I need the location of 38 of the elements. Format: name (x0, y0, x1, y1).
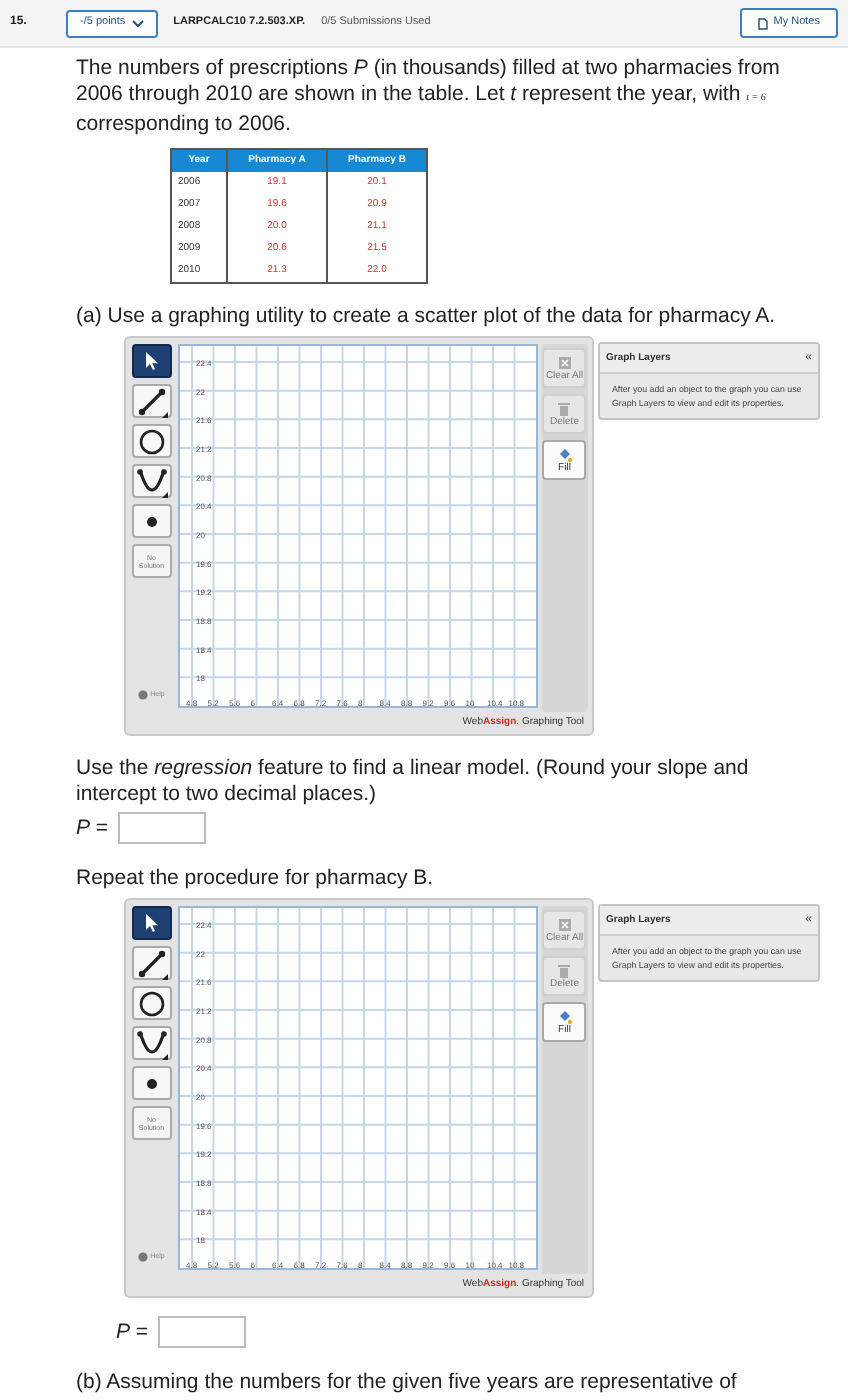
tool-button[interactable] (131, 504, 172, 538)
tool-button[interactable] (131, 986, 172, 1020)
chevron-down-icon (131, 19, 144, 27)
question-text: (b) Assuming the numbers for the given five years are representative of (76, 1370, 739, 1396)
tool-button[interactable] (131, 1066, 172, 1100)
paint-bucket-icon (557, 1009, 572, 1023)
help-icon (138, 690, 149, 700)
line-tool-icon (135, 385, 168, 417)
question-text: Repeat the procedure for pharmacy B. (76, 866, 436, 892)
clear-icon (557, 355, 572, 369)
answer-field[interactable] (118, 812, 207, 844)
help-icon (138, 1252, 149, 1262)
parabola-tool-icon (135, 1027, 168, 1059)
answer-label: P = (116, 1319, 149, 1345)
tool-button[interactable] (131, 1026, 172, 1060)
question-text: Use the regression feature to find a linear model. (Round your slope and intercept to two decimal places.) (76, 756, 751, 808)
answer-field[interactable] (158, 1316, 247, 1348)
tool-button[interactable] (131, 384, 172, 418)
point-tool-icon (145, 515, 158, 527)
clear-icon (557, 917, 572, 931)
tool-button[interactable] (131, 946, 172, 980)
circle-tool-icon (137, 989, 166, 1017)
tool-button[interactable] (131, 464, 172, 498)
circle-tool-icon (137, 427, 166, 455)
tool-button[interactable] (131, 906, 172, 940)
trash-icon (558, 401, 571, 415)
point-tool-icon (145, 1077, 158, 1089)
pointer-icon (144, 352, 159, 370)
answer-label: P = (76, 815, 109, 841)
paint-bucket-icon (557, 447, 572, 461)
parabola-tool-icon (135, 465, 168, 497)
pointer-icon (144, 914, 159, 932)
tool-button[interactable] (131, 424, 172, 458)
note-icon (757, 17, 768, 29)
trash-icon (558, 963, 571, 977)
tool-button[interactable] (131, 344, 172, 378)
line-tool-icon (135, 947, 168, 979)
question-text: (a) Use a graphing utility to create a scatter plot of the data for pharmacy A. (76, 304, 778, 330)
